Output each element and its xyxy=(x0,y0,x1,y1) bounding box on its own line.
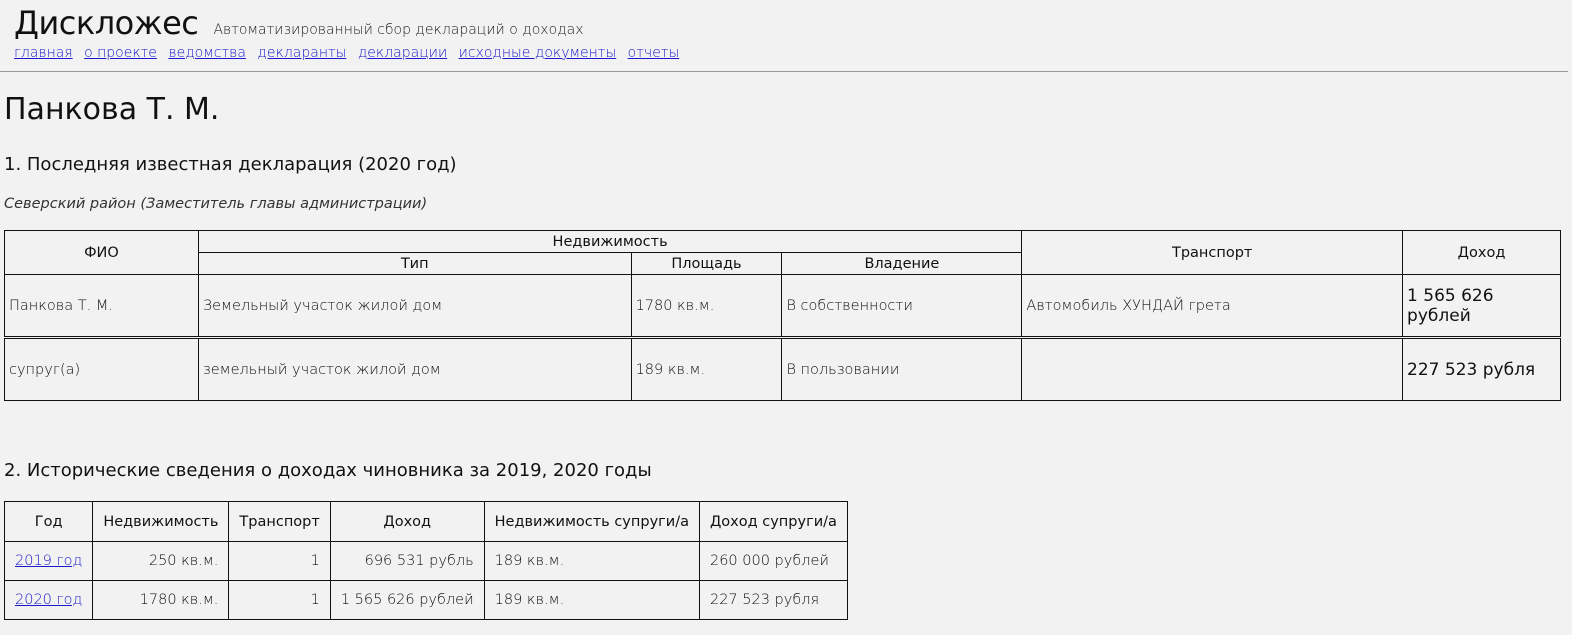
table-row: 2020 год 1780 кв.м. 1 1 565 626 рублей 1… xyxy=(3,580,848,620)
cell-area: 189 кв.м. xyxy=(630,336,783,401)
header-spouse-realty: Недвижимость супруги/а xyxy=(483,501,700,542)
cell-spouse-realty: 189 кв.м. xyxy=(483,541,700,581)
cell-transport: 1 xyxy=(228,541,331,581)
cell-income: 1 565 626 рублей xyxy=(329,580,485,620)
nav-link-declarants[interactable]: декларанты xyxy=(257,45,346,61)
year-link-2019[interactable]: 2019 год xyxy=(15,553,82,569)
history-table: Год Недвижимость Транспорт Доход Недвижи… xyxy=(3,501,848,620)
table-row: супруг(а) земельный участок жилой дом 18… xyxy=(4,336,1561,401)
cell-transport: Автомобиль ХУНДАЙ грета xyxy=(1021,274,1404,338)
header-spouse-income: Доход супруги/а xyxy=(698,501,848,542)
header-type: Тип xyxy=(197,252,632,275)
header-ownership: Владение xyxy=(781,252,1023,275)
header-fio: ФИО xyxy=(4,230,199,275)
header-realty: Недвижимость xyxy=(197,230,1023,253)
cell-spouse-realty: 189 кв.м. xyxy=(483,580,700,620)
cell-type: Земельный участок жилой дом xyxy=(197,274,632,338)
cell-type: земельный участок жилой дом xyxy=(197,336,632,401)
cell-ownership: В собственности xyxy=(781,274,1023,338)
header-income: Доход xyxy=(1402,230,1561,275)
cell-area: 1780 кв.м. xyxy=(630,274,783,338)
header-year: Год xyxy=(3,501,94,542)
section-history-title: 2. Исторические сведения о доходах чинов… xyxy=(4,460,652,481)
cell-fio: супруг(а) xyxy=(4,336,199,401)
header-income: Доход xyxy=(329,501,485,542)
header-transport: Транспорт xyxy=(1021,230,1404,275)
cell-fio: Панкова Т. М. xyxy=(4,274,199,338)
header-transport: Транспорт xyxy=(228,501,331,542)
main-nav: главная о проекте ведомства декларанты д… xyxy=(14,45,686,61)
nav-link-reports[interactable]: отчеты xyxy=(628,45,680,61)
cell-income: 696 531 рубль xyxy=(329,541,485,581)
cell-transport: 1 xyxy=(228,580,331,620)
table-row: Панкова Т. М. Земельный участок жилой до… xyxy=(4,274,1561,338)
site-header: Дискложес Автоматизированный сбор деклар… xyxy=(14,4,584,42)
site-brand: Дискложес xyxy=(14,4,199,42)
cell-income: 1 565 626 рублей xyxy=(1402,274,1561,338)
nav-link-source-documents[interactable]: исходные документы xyxy=(459,45,617,61)
header-realty: Недвижимость xyxy=(92,501,230,542)
cell-transport xyxy=(1021,336,1404,401)
nav-link-home[interactable]: главная xyxy=(14,45,73,61)
nav-link-about[interactable]: о проекте xyxy=(84,45,157,61)
cell-year: 2019 год xyxy=(3,541,94,581)
cell-income: 227 523 рубля xyxy=(1402,336,1561,401)
header-divider xyxy=(0,71,1568,72)
cell-ownership: В пользовании xyxy=(781,336,1023,401)
header-area: Площадь xyxy=(630,252,783,275)
section-latest-declaration-title: 1. Последняя известная декларация (2020 … xyxy=(4,154,457,175)
table-row: 2019 год 250 кв.м. 1 696 531 рубль 189 к… xyxy=(3,541,848,581)
cell-spouse-income: 227 523 рубля xyxy=(698,580,848,620)
year-link-2020[interactable]: 2020 год xyxy=(15,592,82,608)
page-title: Панкова Т. М. xyxy=(4,92,220,127)
nav-link-offices[interactable]: ведомства xyxy=(168,45,246,61)
site-tagline: Автоматизированный сбор деклараций о дох… xyxy=(213,22,584,38)
cell-realty: 250 кв.м. xyxy=(92,541,230,581)
cell-realty: 1780 кв.м. xyxy=(92,580,230,620)
declaration-table: ФИО Недвижимость Транспорт Доход Тип Пло… xyxy=(4,230,1561,401)
cell-year: 2020 год xyxy=(3,580,94,620)
department-position: Северский район (Заместитель главы админ… xyxy=(4,196,428,212)
cell-spouse-income: 260 000 рублей xyxy=(698,541,848,581)
nav-link-declarations[interactable]: декларации xyxy=(358,45,447,61)
